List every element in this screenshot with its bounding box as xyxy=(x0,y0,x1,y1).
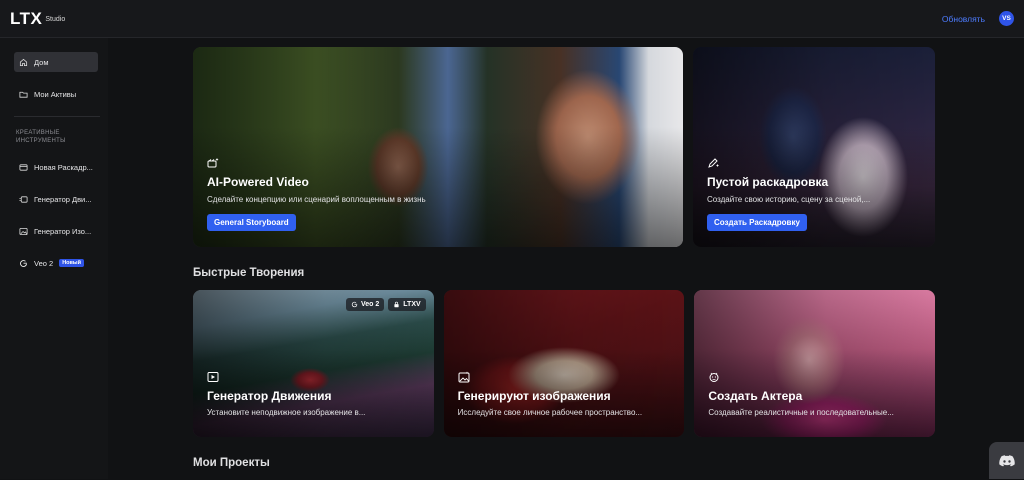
discord-icon xyxy=(998,454,1015,466)
sidebar-item-label: Генератор Изо... xyxy=(34,226,92,236)
home-icon xyxy=(19,58,28,66)
general-storyboard-button[interactable]: General Storyboard xyxy=(207,214,296,231)
new-badge: Новый xyxy=(59,259,84,267)
motion-icon xyxy=(19,195,28,203)
sidebar-item-label: Veo 2 xyxy=(34,258,54,268)
badge-label: LTXV xyxy=(403,301,421,308)
quick-card-motion-generator[interactable]: Veo 2 LTXV Генератор Движения Установите… xyxy=(193,290,434,437)
card-description: Сделайте концепцию или сценарий воплощен… xyxy=(207,195,426,204)
sidebar-item-label: Генератор Дви... xyxy=(34,194,92,204)
sidebar: Дом Мои Активы КРЕАТИВНЫЕ ИНСТРУМЕНТЫ Но… xyxy=(0,38,108,479)
card-content: Генерируют изображения Исследуйте свое л… xyxy=(458,371,671,417)
create-storyboard-button[interactable]: Создать Раскадровку xyxy=(707,214,807,231)
sidebar-item-veo2[interactable]: Veo 2 Новый xyxy=(14,253,98,273)
sidebar-item-label: Мои Активы xyxy=(34,89,77,99)
card-title: Генерируют изображения xyxy=(457,389,611,403)
card-title: AI-Powered Video xyxy=(207,175,309,189)
sidebar-item-label: Дом xyxy=(34,57,49,67)
badge-label: Veo 2 xyxy=(361,301,380,308)
logo-mark: LTX xyxy=(10,9,43,28)
model-badges: Veo 2 LTXV xyxy=(346,298,426,311)
discord-button[interactable] xyxy=(989,442,1024,479)
sidebar-item-assets[interactable]: Мои Активы xyxy=(14,84,98,104)
sidebar-item-label: Новая Раскадр... xyxy=(34,162,93,172)
storyboard-icon xyxy=(19,163,28,171)
actor-card-icon xyxy=(709,372,719,382)
card-title: Создать Актера xyxy=(708,389,803,403)
google-icon xyxy=(20,259,27,267)
user-avatar[interactable]: VS xyxy=(999,11,1014,26)
ltxv-badge[interactable]: LTXV xyxy=(388,298,426,311)
video-sparkle-icon xyxy=(207,158,219,168)
sidebar-item-home[interactable]: Дом xyxy=(14,52,98,72)
upgrade-link[interactable]: Обновлять xyxy=(942,14,985,24)
quick-creations-title: Быстрые Творения xyxy=(193,267,305,279)
logo[interactable]: LTX Studio xyxy=(10,10,65,27)
header-actions: Обновлять VS xyxy=(942,11,1014,26)
folder-icon xyxy=(19,91,28,98)
sidebar-item-new-storyboard[interactable]: Новая Раскадр... xyxy=(14,157,98,177)
card-title: Пустой раскадровка xyxy=(707,175,829,189)
hero-card-empty-storyboard[interactable]: Пустой раскадровка Создайте свою историю… xyxy=(693,47,935,247)
card-content: Создать Актера Создавайте реалистичные и… xyxy=(708,371,921,417)
top-bar: LTX Studio Обновлять VS xyxy=(0,0,1024,38)
card-content: AI-Powered Video Сделайте концепцию или … xyxy=(207,157,669,231)
my-projects-title: Мои Проекты xyxy=(193,457,270,469)
card-description: Создайте свою историю, сцену за сценой,.… xyxy=(707,195,871,204)
main-content: AI-Powered Video Сделайте концепцию или … xyxy=(193,47,936,480)
card-content: Пустой раскадровка Создайте свою историю… xyxy=(707,157,921,231)
card-content: Генератор Движения Установите неподвижно… xyxy=(207,371,420,417)
sidebar-section-label: КРЕАТИВНЫЕ ИНСТРУМЕНТЫ xyxy=(16,130,66,144)
google-icon xyxy=(351,301,358,308)
quick-card-image-generator[interactable]: Генерируют изображения Исследуйте свое л… xyxy=(443,290,685,437)
quick-card-create-actor[interactable]: Создать Актера Создавайте реалистичные и… xyxy=(694,290,936,437)
sidebar-item-motion-generator[interactable]: Генератор Дви... xyxy=(14,189,98,209)
card-description: Создавайте реалистичные и последовательн… xyxy=(708,408,894,417)
veo2-badge[interactable]: Veo 2 xyxy=(346,298,385,311)
image-icon xyxy=(19,227,28,235)
hero-card-ai-video[interactable]: AI-Powered Video Сделайте концепцию или … xyxy=(193,47,683,247)
sidebar-divider xyxy=(14,116,100,117)
card-description: Установите неподвижное изображение в... xyxy=(207,408,366,417)
hero-row: AI-Powered Video Сделайте концепцию или … xyxy=(193,47,935,247)
image-card-icon xyxy=(458,371,470,383)
card-title: Генератор Движения xyxy=(207,389,332,403)
sidebar-item-image-generator[interactable]: Генератор Изо... xyxy=(14,221,98,241)
quick-creations-row: Veo 2 LTXV Генератор Движения Установите… xyxy=(193,290,936,437)
logo-sub: Studio xyxy=(45,16,66,23)
lock-icon xyxy=(394,301,399,308)
card-description: Исследуйте свое личное рабочее пространс… xyxy=(457,408,643,417)
pen-sparkle-icon xyxy=(708,158,719,168)
motion-card-icon xyxy=(207,372,219,382)
